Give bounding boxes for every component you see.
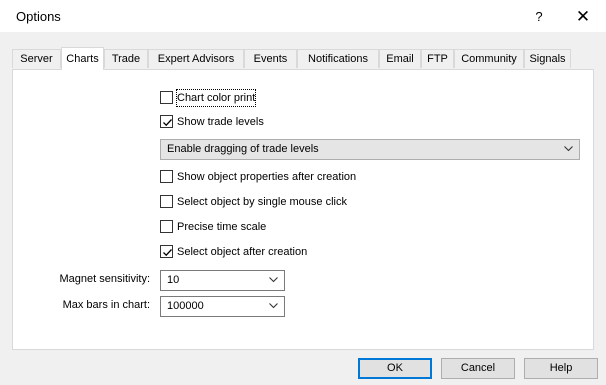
show-trade-levels-label: Show trade levels <box>177 116 264 128</box>
select-single-click-label: Select object by single mouse click <box>177 196 347 208</box>
tab-ftp[interactable]: FTP <box>421 49 454 68</box>
tab-community[interactable]: Community <box>454 49 524 68</box>
window-title: Options <box>16 9 61 24</box>
chart-color-print-label: Chart color print <box>175 89 257 107</box>
tab-trade[interactable]: Trade <box>104 49 148 68</box>
checkbox-box <box>160 91 173 104</box>
checkmark-icon <box>163 119 172 127</box>
select-after-creation-label: Select object after creation <box>177 246 308 258</box>
chevron-down-icon <box>269 303 278 309</box>
magnet-sensitivity-value: 10 <box>167 274 180 286</box>
max-bars-select[interactable]: 100000 <box>160 296 285 317</box>
checkbox-box <box>160 245 173 258</box>
checkbox-box <box>160 170 173 183</box>
tab-signals[interactable]: Signals <box>524 49 571 68</box>
trade-levels-value: Enable dragging of trade levels <box>167 143 319 155</box>
tab-email[interactable]: Email <box>379 49 421 68</box>
magnet-sensitivity-select[interactable]: 10 <box>160 270 285 291</box>
charts-panel: Chart color print Show trade levels Enab… <box>12 69 594 350</box>
help-icon[interactable]: ? <box>528 6 550 28</box>
chevron-down-icon <box>269 277 278 283</box>
max-bars-label: Max bars in chart: <box>62 299 150 311</box>
magnet-sensitivity-label: Magnet sensitivity: <box>59 273 150 285</box>
title-bar: Options ? ✕ <box>0 0 606 32</box>
trade-levels-dropdown[interactable]: Enable dragging of trade levels <box>160 139 580 160</box>
checkbox-box <box>160 195 173 208</box>
show-object-properties-label: Show object properties after creation <box>177 171 357 183</box>
tab-server[interactable]: Server <box>12 49 61 68</box>
tab-events[interactable]: Events <box>244 49 297 68</box>
checkbox-box <box>160 115 173 128</box>
close-icon[interactable]: ✕ <box>570 5 596 29</box>
ok-button[interactable]: OK <box>358 358 432 379</box>
chevron-down-icon <box>564 146 573 152</box>
precise-time-scale-label: Precise time scale <box>177 221 267 233</box>
tab-expert-advisors[interactable]: Expert Advisors <box>148 49 244 68</box>
tab-notifications[interactable]: Notifications <box>297 49 379 68</box>
checkbox-box <box>160 220 173 233</box>
tab-charts[interactable]: Charts <box>61 47 104 70</box>
max-bars-value: 100000 <box>167 300 204 312</box>
checkmark-icon <box>163 249 172 257</box>
cancel-button[interactable]: Cancel <box>441 358 515 379</box>
help-button[interactable]: Help <box>524 358 598 379</box>
